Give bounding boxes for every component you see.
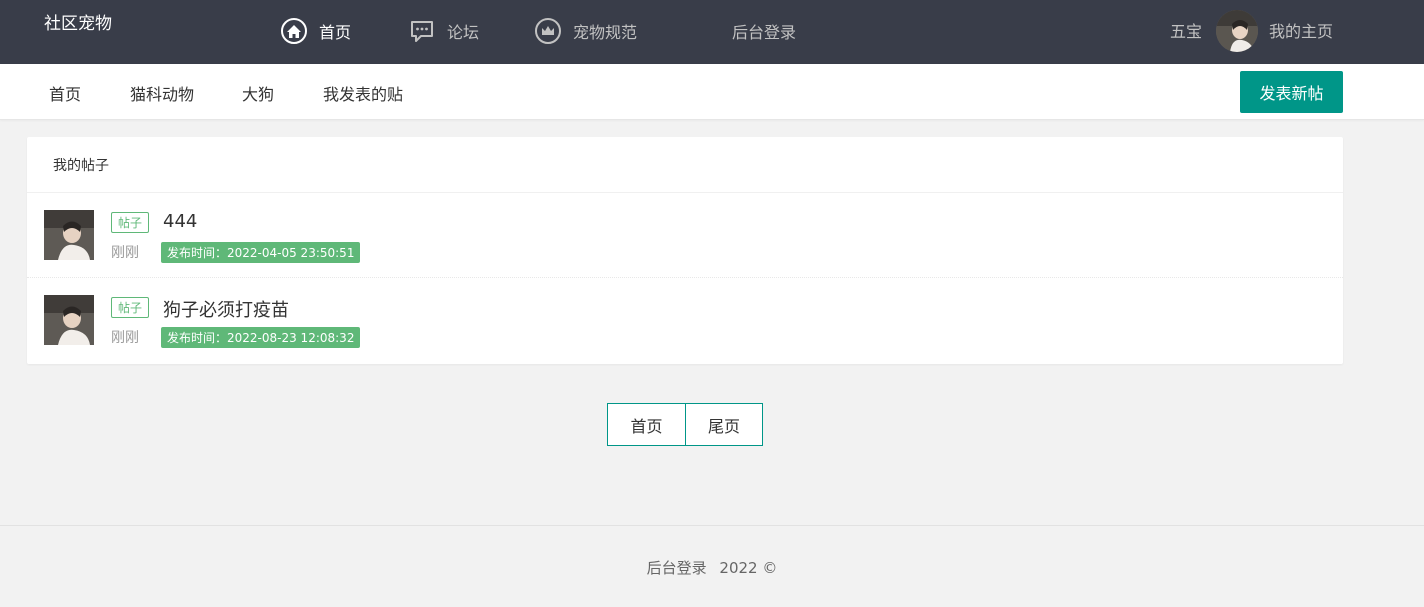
footer-admin-login-link[interactable]: 后台登录: [647, 559, 707, 577]
post-relative-time: 刚刚: [111, 330, 139, 346]
nav-home-label: 首页: [319, 23, 352, 42]
nav-home[interactable]: 首页: [280, 16, 351, 46]
home-icon: [280, 17, 308, 45]
footer: 后台登录 2022 ©: [0, 525, 1424, 607]
pagination: 首页 尾页: [607, 403, 763, 446]
post-title-link[interactable]: 狗子必须打疫苗: [163, 296, 289, 322]
post-avatar[interactable]: [44, 295, 94, 345]
crown-icon: [534, 17, 562, 45]
my-posts-card: 我的帖子 帖子 444 刚刚 发布时间：2022-04-05 23:50:51: [27, 137, 1343, 364]
list-item: 帖子 狗子必须打疫苗 刚刚 发布时间：2022-08-23 12:08:32: [27, 278, 1343, 363]
user-name[interactable]: 五宝: [1170, 18, 1202, 42]
new-post-button[interactable]: 发表新帖: [1240, 71, 1343, 113]
post-relative-time: 刚刚: [111, 245, 139, 261]
subnav-big-dogs[interactable]: 大狗: [242, 81, 274, 105]
list-item: 帖子 444 刚刚 发布时间：2022-04-05 23:50:51: [27, 193, 1343, 278]
nav-pet-rules-label: 宠物规范: [573, 23, 638, 42]
post-publish-time-badge: 发布时间：2022-08-23 12:08:32: [161, 327, 361, 348]
card-title: 我的帖子: [27, 137, 1343, 193]
post-publish-time-badge: 发布时间：2022-04-05 23:50:51: [161, 242, 361, 263]
my-home-link[interactable]: 我的主页: [1269, 18, 1333, 42]
post-tag-badge: 帖子: [111, 297, 150, 318]
sub-navigation: 首页 猫科动物 大狗 我发表的贴 发表新帖: [0, 64, 1424, 120]
nav-admin-login[interactable]: 后台登录: [732, 16, 796, 46]
footer-text: 后台登录 2022 ©: [0, 557, 1424, 578]
post-avatar[interactable]: [44, 210, 94, 260]
top-header: 社区宠物 首页 论坛 宠物规范 后台登录 五宝 我的主页: [0, 0, 1424, 64]
nav-admin-login-label: 后台登录: [732, 23, 797, 42]
nav-pet-rules[interactable]: 宠物规范: [534, 16, 637, 46]
subnav-felines[interactable]: 猫科动物: [130, 81, 194, 105]
nav-forum[interactable]: 论坛: [408, 16, 479, 46]
post-title-link[interactable]: 444: [163, 211, 197, 232]
subnav-home[interactable]: 首页: [49, 81, 81, 105]
post-tag-badge: 帖子: [111, 212, 150, 233]
nav-forum-label: 论坛: [447, 23, 480, 42]
subnav-my-posts[interactable]: 我发表的贴: [323, 81, 403, 105]
first-page-button[interactable]: 首页: [608, 404, 685, 445]
last-page-button[interactable]: 尾页: [685, 404, 762, 445]
chat-icon: [408, 17, 436, 45]
user-avatar[interactable]: [1216, 10, 1258, 52]
footer-copyright: 2022 ©: [719, 559, 778, 577]
site-logo[interactable]: 社区宠物: [44, 9, 112, 34]
